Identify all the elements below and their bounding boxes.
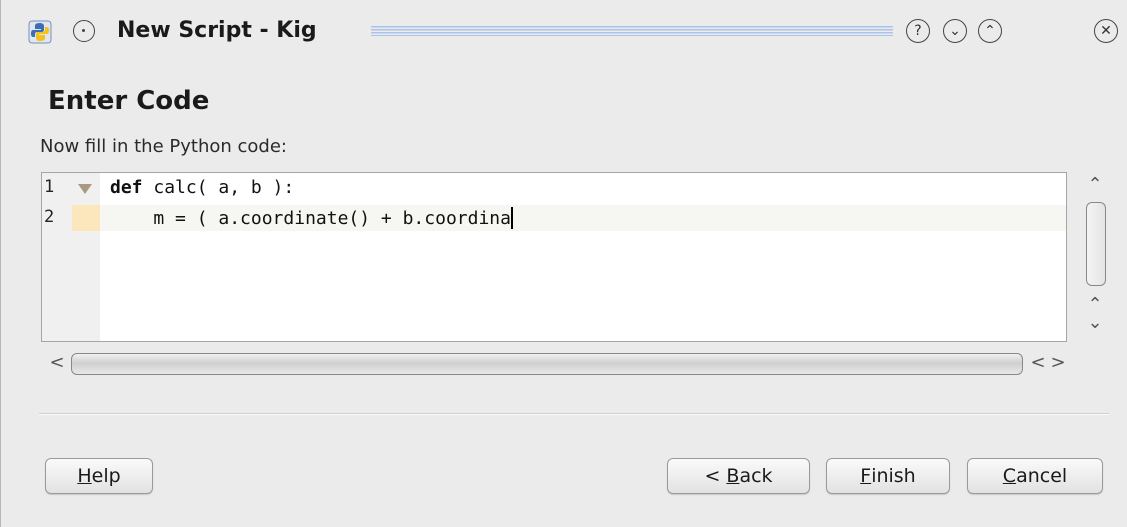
- page-instruction: Now fill in the Python code:: [40, 136, 287, 157]
- chevron-down-circle-icon[interactable]: ⌄: [943, 19, 967, 43]
- horizontal-scroll-thumb[interactable]: [71, 353, 1023, 375]
- code-text[interactable]: m = ( a.coordinate() + b.coordina: [110, 207, 513, 229]
- title-decoration: [371, 26, 893, 36]
- window-title: New Script - Kig: [117, 18, 317, 43]
- chevron-up-circle-icon[interactable]: ⌃: [978, 19, 1002, 43]
- scroll-right-arrow-icon[interactable]: >: [1046, 352, 1070, 373]
- help-button[interactable]: Help: [45, 458, 153, 494]
- button-label: ancel: [1016, 465, 1068, 487]
- page-heading: Enter Code: [48, 86, 210, 116]
- button-label: elp: [91, 465, 121, 487]
- fold-marker: [72, 205, 100, 231]
- vertical-scroll-thumb[interactable]: [1086, 202, 1106, 286]
- code-text[interactable]: def calc( a, b ):: [110, 177, 294, 198]
- separator: [39, 413, 1109, 415]
- scroll-up-arrow-icon[interactable]: ⌃: [1083, 174, 1107, 195]
- button-accelerator: B: [726, 465, 740, 487]
- finish-button[interactable]: Finish: [826, 458, 950, 494]
- x-circle-icon[interactable]: ✕: [1094, 19, 1118, 43]
- horizontal-scrollbar[interactable]: < < >: [41, 350, 1075, 378]
- code-line-1[interactable]: 1 def calc( a, b ):: [42, 175, 1066, 201]
- code-content: calc( a, b ):: [142, 177, 295, 198]
- button-accelerator: C: [1002, 465, 1017, 487]
- code-editor[interactable]: 1 def calc( a, b ): 2 m = ( a.coordinate…: [41, 172, 1067, 342]
- new-script-dialog: New Script - Kig ? ⌄ ⌃ ✕ Enter Code Now …: [0, 0, 1127, 527]
- text-caret: [510, 207, 513, 229]
- button-label: inish: [871, 465, 916, 487]
- code-content: m = ( a.coordinate() + b.coordina: [110, 208, 511, 229]
- scroll-left-arrow-icon[interactable]: <: [45, 352, 69, 373]
- code-keyword: def: [110, 177, 143, 198]
- python-icon[interactable]: [28, 20, 52, 44]
- line-number: 2: [44, 207, 55, 227]
- vertical-scrollbar[interactable]: ⌃ ⌃ ⌄: [1075, 172, 1119, 342]
- button-accelerator: H: [77, 465, 92, 487]
- sticky-circle-dot-icon[interactable]: [73, 20, 95, 42]
- code-line-2[interactable]: 2 m = ( a.coordinate() + b.coordina: [42, 205, 1066, 231]
- scroll-down-arrow-icon[interactable]: ⌄: [1083, 312, 1107, 333]
- line-number: 1: [44, 177, 55, 197]
- button-label-prefix: <: [704, 465, 727, 487]
- title-bar[interactable]: New Script - Kig ? ⌄ ⌃ ✕: [1, 0, 1127, 75]
- back-button[interactable]: < Back: [667, 458, 810, 494]
- cancel-button[interactable]: Cancel: [967, 458, 1103, 494]
- button-label: ack: [739, 465, 773, 487]
- question-circle-icon[interactable]: ?: [906, 19, 930, 43]
- button-accelerator: F: [860, 465, 872, 487]
